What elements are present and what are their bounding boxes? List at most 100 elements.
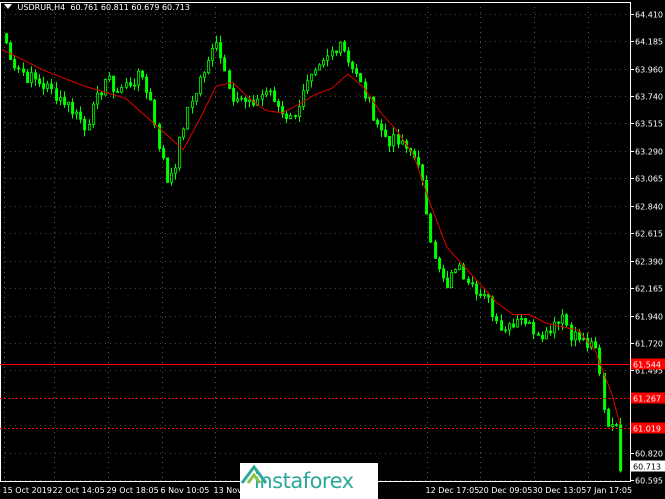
candle-body <box>594 341 598 349</box>
candle-body <box>120 86 124 93</box>
candle-body <box>63 97 67 106</box>
candle-body <box>228 70 232 89</box>
y-tick-label: 62.165 <box>635 285 663 294</box>
y-tick-label: 63.065 <box>635 175 663 184</box>
candle-body <box>162 148 166 159</box>
candle-body <box>537 333 541 336</box>
last-price-label: 60.713 <box>633 463 661 472</box>
candle-body <box>170 172 174 183</box>
candle-body <box>524 318 528 324</box>
candle-body <box>191 100 195 108</box>
candle-body <box>294 115 298 117</box>
candle-body <box>30 72 34 83</box>
candle-body <box>265 91 269 96</box>
candle-body <box>302 90 306 107</box>
candle-body <box>417 157 421 166</box>
candle-body <box>541 334 545 340</box>
candle-body <box>38 78 42 85</box>
candle-body <box>578 331 582 341</box>
candle-body <box>310 73 314 82</box>
candle-body <box>479 293 483 297</box>
candle-body <box>125 82 129 88</box>
x-tick-label: 7 Jan 17:05 <box>587 486 633 495</box>
x-tick-label: 22 Oct 14:05 <box>53 486 105 495</box>
y-tick-label: 60.595 <box>635 477 663 486</box>
candle-body <box>611 424 615 427</box>
candle-body <box>67 101 71 106</box>
candle-body <box>219 42 223 59</box>
candle-body <box>475 283 479 295</box>
candle-body <box>42 83 46 89</box>
y-tick-label: 64.410 <box>635 11 663 20</box>
x-tick-label: 29 Oct 18:05 <box>107 486 159 495</box>
price-level-label: 61.544 <box>633 361 661 370</box>
candle-body <box>619 424 623 472</box>
candle-body <box>223 57 227 72</box>
candle-body <box>83 118 87 131</box>
candle-body <box>55 88 59 101</box>
candle-body <box>397 134 401 145</box>
candle-body <box>273 90 277 102</box>
candle-body <box>500 320 504 331</box>
candle-body <box>351 61 355 70</box>
candle-body <box>145 76 149 93</box>
candle-body <box>446 277 450 289</box>
candle-body <box>442 268 446 279</box>
candle-body <box>450 272 454 289</box>
candle-body <box>438 258 442 270</box>
y-tick-label: 63.515 <box>635 120 663 129</box>
candle-body <box>215 42 219 49</box>
candle-body <box>199 76 203 95</box>
candle-body <box>615 424 619 426</box>
candle-body <box>153 99 157 125</box>
candle-body <box>322 60 326 66</box>
candle-body <box>549 330 553 334</box>
candle-body <box>174 167 178 174</box>
candle-body <box>458 264 462 270</box>
candle-body <box>339 41 343 54</box>
candle-body <box>285 113 289 120</box>
candle-body <box>22 68 26 73</box>
x-tick-label: 12 Dec 17:05 <box>426 486 480 495</box>
candle-body <box>9 42 13 60</box>
candle-body <box>483 293 487 297</box>
candle-body <box>289 115 293 120</box>
candle-body <box>240 97 244 100</box>
candle-body <box>557 321 561 324</box>
candle-body <box>129 82 133 87</box>
y-tick-label: 61.720 <box>635 340 663 349</box>
candle-body <box>508 323 512 331</box>
candle-body <box>314 69 318 75</box>
candle-body <box>211 48 215 61</box>
candle-body <box>50 83 54 90</box>
candle-body <box>236 98 240 102</box>
candle-body <box>108 75 112 80</box>
candle-body <box>34 72 38 80</box>
candle-body <box>347 50 351 63</box>
candle-body <box>5 33 9 44</box>
candle-body <box>331 50 335 57</box>
candle-body <box>186 106 190 130</box>
candle-body <box>203 72 207 78</box>
candle-body <box>467 278 471 284</box>
y-tick-label: 62.615 <box>635 230 663 239</box>
x-tick-label: 13 Nov <box>214 486 243 495</box>
candle-body <box>380 123 384 131</box>
candle-body <box>495 316 499 322</box>
y-tick-label: 63.960 <box>635 66 663 75</box>
candle-body <box>454 269 458 273</box>
candle-body <box>516 319 520 328</box>
price-chart: 64.410 64.185 63.960 63.740 63.515 63.290 63.0… <box>0 2 665 495</box>
dropdown-icon[interactable] <box>4 4 12 9</box>
candle-body <box>504 329 508 332</box>
candle-body <box>512 323 516 328</box>
candle-body <box>59 97 63 101</box>
price-level-label: 61.267 <box>633 395 661 404</box>
candle-body <box>112 75 116 92</box>
candle-body <box>298 106 302 117</box>
instaforex-logo-icon <box>240 464 268 484</box>
candle-body <box>335 50 339 54</box>
candle-body <box>166 157 170 183</box>
watermark-brand: instaforex <box>254 469 354 493</box>
candle-body <box>178 136 182 169</box>
